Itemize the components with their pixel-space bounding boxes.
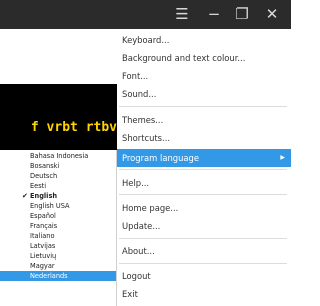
- language-item[interactable]: Bosanski: [0, 161, 116, 171]
- menu-item-font[interactable]: Font...: [117, 67, 291, 85]
- language-label: Magyar: [30, 262, 55, 270]
- checkmark-icon: ✔: [22, 192, 28, 200]
- menu-item-label: Logout: [122, 271, 151, 281]
- language-label: Lietuvių: [30, 252, 57, 260]
- menu-item-label: Program language: [122, 153, 199, 163]
- language-item[interactable]: Eesti: [0, 181, 116, 191]
- language-label: Español: [30, 212, 56, 220]
- language-label: Français: [30, 222, 58, 230]
- title-bar: ☰ − ❐ ✕: [0, 0, 291, 29]
- menu-separator: [119, 106, 287, 107]
- language-label: Bahasa Indonesia: [30, 152, 89, 160]
- language-item[interactable]: Magyar: [0, 261, 116, 271]
- menu-item-label: Themes...: [122, 115, 164, 125]
- language-label: Deutsch: [30, 172, 58, 180]
- language-submenu: Bahasa Indonesia Bosanski Deutsch Eesti …: [0, 150, 117, 306]
- main-menu: Keyboard... Background and text colour..…: [117, 29, 291, 306]
- language-label: English: [30, 192, 58, 200]
- language-item[interactable]: Español: [0, 211, 116, 221]
- menu-item-home-page[interactable]: Home page...: [117, 199, 291, 217]
- menu-item-themes[interactable]: Themes...: [117, 111, 291, 129]
- language-label: Italiano: [30, 232, 55, 240]
- menu-item-label: Sound...: [122, 89, 157, 99]
- menu-item-update[interactable]: Update...: [117, 217, 291, 235]
- language-item[interactable]: English USA: [0, 201, 116, 211]
- menu-separator: [119, 169, 287, 170]
- language-label: Nederlands: [30, 272, 68, 280]
- menu-item-keyboard[interactable]: Keyboard...: [117, 31, 291, 49]
- hamburger-menu-icon[interactable]: ☰: [170, 4, 194, 24]
- submenu-arrow-icon: ▶: [280, 154, 285, 161]
- menu-item-label: Keyboard...: [122, 35, 170, 45]
- language-item[interactable]: Latvijas: [0, 241, 116, 251]
- menu-item-shortcuts[interactable]: Shortcuts...: [117, 129, 291, 147]
- menu-item-exit[interactable]: Exit: [117, 285, 291, 303]
- menu-item-label: Help...: [122, 178, 150, 188]
- menu-item-label: About...: [122, 246, 155, 256]
- language-label: English USA: [30, 202, 70, 210]
- language-label: Bosanski: [30, 162, 60, 170]
- menu-item-label: Shortcuts...: [122, 133, 171, 143]
- menu-separator: [119, 194, 287, 195]
- close-icon[interactable]: ✕: [260, 4, 284, 24]
- menu-item-label: Update...: [122, 221, 161, 231]
- menu-item-logout[interactable]: Logout: [117, 267, 291, 285]
- language-item[interactable]: Deutsch: [0, 171, 116, 181]
- language-label: Latvijas: [30, 242, 56, 250]
- minimize-icon[interactable]: −: [202, 4, 226, 24]
- language-item[interactable]: Lietuvių: [0, 251, 116, 261]
- menu-item-label: Font...: [122, 71, 149, 81]
- menu-item-label: Background and text colour...: [122, 53, 246, 63]
- language-item-checked[interactable]: ✔ English: [0, 191, 116, 201]
- language-item[interactable]: Italiano: [0, 231, 116, 241]
- menu-separator: [119, 263, 287, 264]
- menu-separator: [119, 238, 287, 239]
- language-item[interactable]: Bahasa Indonesia: [0, 151, 116, 161]
- menu-item-about[interactable]: About...: [117, 242, 291, 260]
- language-item-selected[interactable]: Nederlands: [0, 271, 116, 281]
- menu-item-sound[interactable]: Sound...: [117, 85, 291, 103]
- restore-icon[interactable]: ❐: [230, 4, 254, 24]
- menu-item-background-text-colour[interactable]: Background and text colour...: [117, 49, 291, 67]
- menu-item-label: Home page...: [122, 203, 179, 213]
- menu-item-help[interactable]: Help...: [117, 174, 291, 192]
- menu-item-program-language[interactable]: Program language ▶: [117, 149, 291, 167]
- language-label: Eesti: [30, 182, 47, 190]
- menu-item-label: Exit: [122, 289, 138, 299]
- display-text: f vrbt rtbv: [30, 120, 117, 135]
- language-item[interactable]: Français: [0, 221, 116, 231]
